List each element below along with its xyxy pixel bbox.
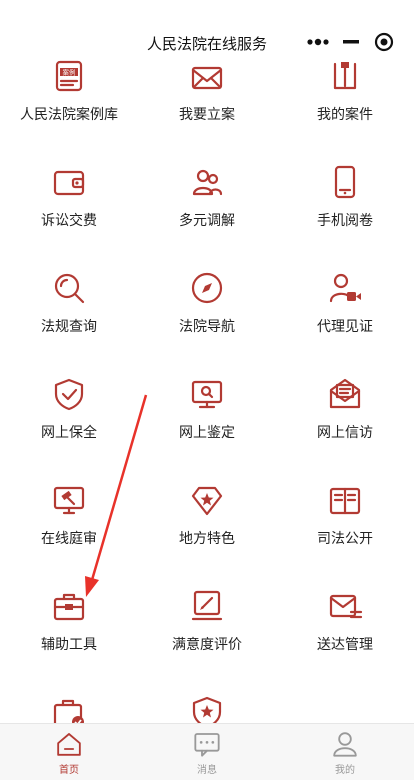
tab-label: 首页 <box>59 765 79 776</box>
service-item[interactable]: 法规查询 <box>0 252 138 358</box>
tab-label: 我的 <box>335 765 355 776</box>
service-label: 网上鉴定 <box>179 425 235 441</box>
service-item[interactable]: 地方特色 <box>138 464 276 570</box>
delivery-mail-icon <box>329 594 363 619</box>
service-label: 满意度评价 <box>172 637 242 653</box>
my-case-icon <box>333 62 357 90</box>
tab-message[interactable]: 消息 <box>138 724 276 780</box>
close-icon[interactable] <box>368 28 400 56</box>
rating-pen-icon <box>191 590 223 621</box>
service-item[interactable]: 在线庭审 <box>0 464 138 570</box>
service-label: 网上保全 <box>41 425 97 441</box>
service-item[interactable]: 诉讼交费 <box>0 146 138 252</box>
more-icon[interactable] <box>302 28 334 56</box>
service-item[interactable]: 送达管理 <box>276 570 414 676</box>
service-item[interactable]: 网上保全 <box>0 358 138 464</box>
message-icon <box>194 733 220 757</box>
video-witness-icon <box>329 273 361 303</box>
service-label: 法院导航 <box>179 319 235 335</box>
service-item[interactable]: 法院导航 <box>138 252 276 358</box>
compass-icon <box>191 272 223 304</box>
open-book-icon <box>329 487 361 515</box>
service-label: 法规查询 <box>41 319 97 335</box>
service-item[interactable]: 网上信访 <box>276 358 414 464</box>
tab-user[interactable]: 我的 <box>276 724 414 780</box>
service-label: 多元调解 <box>179 213 235 229</box>
top-bar: 人民法院在线服务 <box>0 0 414 58</box>
service-item[interactable]: 手机阅卷 <box>276 146 414 252</box>
service-item[interactable]: 辅助工具 <box>0 570 138 676</box>
service-item[interactable]: 代理见证 <box>276 252 414 358</box>
mobile-icon <box>334 165 356 199</box>
service-label: 网上信访 <box>317 425 373 441</box>
service-item[interactable]: 满意度评价 <box>138 570 276 676</box>
service-label: 司法公开 <box>317 531 373 547</box>
filing-envelope-icon <box>191 66 223 90</box>
service-label: 手机阅卷 <box>317 213 373 229</box>
service-label: 我要立案 <box>179 107 235 123</box>
search-icon <box>54 273 85 304</box>
case-library-icon: 案例 <box>55 60 83 92</box>
service-label: 人民法院案例库 <box>20 107 118 123</box>
letter-icon <box>329 378 361 409</box>
service-label: 地方特色 <box>179 531 235 547</box>
gavel-screen-icon <box>53 486 85 515</box>
star-diamond-icon <box>191 486 223 516</box>
home-icon <box>57 733 81 756</box>
service-label: 代理见证 <box>317 319 373 335</box>
service-label: 在线庭审 <box>41 531 97 547</box>
tab-label: 消息 <box>197 765 217 776</box>
mini-program-capsule <box>302 28 400 56</box>
service-item[interactable]: 网上鉴定 <box>138 358 276 464</box>
service-item[interactable]: 司法公开 <box>276 464 414 570</box>
wallet-icon <box>53 170 85 196</box>
minimize-icon[interactable] <box>335 28 367 56</box>
monitor-search-icon <box>191 380 223 409</box>
tab-home[interactable]: 首页 <box>0 724 138 780</box>
case-badge-text: 案例 <box>63 68 76 77</box>
service-label: 辅助工具 <box>41 637 97 653</box>
service-label: 我的案件 <box>317 107 373 123</box>
mediation-people-icon <box>192 169 223 196</box>
service-label: 诉讼交费 <box>41 213 97 229</box>
user-icon <box>333 732 357 757</box>
tab-bar: 首页 消息 我的 <box>0 723 414 780</box>
toolbox-icon <box>53 593 85 621</box>
service-item[interactable]: 多元调解 <box>138 146 276 252</box>
service-grid: 案例人民法院案例库 我要立案 我的案件诉讼交费 多元调解 手机阅卷法规查询 法院导航 代理见… <box>0 40 414 782</box>
service-label: 送达管理 <box>317 637 373 653</box>
shield-check-icon <box>54 378 84 411</box>
